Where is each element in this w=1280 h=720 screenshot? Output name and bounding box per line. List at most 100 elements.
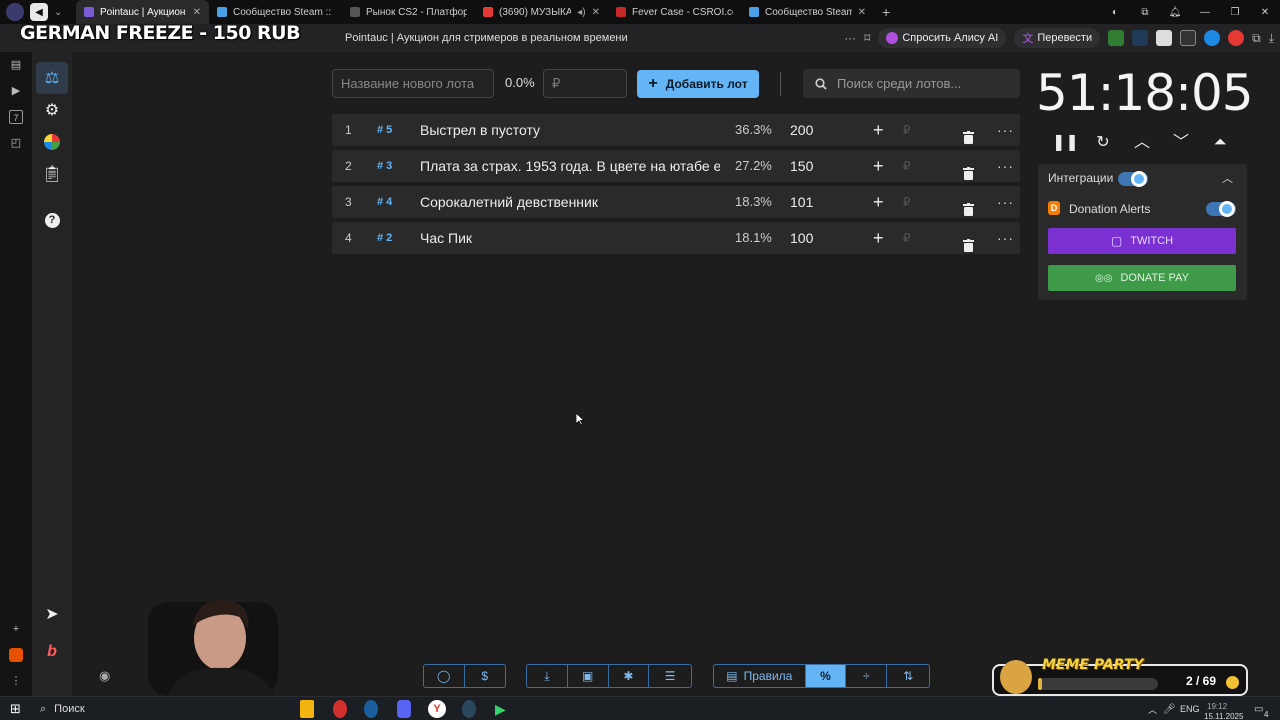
bug-icon[interactable]: ✱: [609, 665, 650, 687]
split-icon[interactable]: ÷: [846, 665, 888, 687]
lot-menu-button[interactable]: ···: [997, 150, 1014, 182]
page-title[interactable]: Pointauc | Аукцион для стримеров в реаль…: [345, 32, 628, 44]
sidebar-notes-icon[interactable]: ▤: [9, 58, 23, 72]
lot-menu-button[interactable]: ···: [997, 114, 1014, 146]
lot-id[interactable]: # 4: [377, 186, 392, 218]
expand-icon[interactable]: ⏶: [1208, 131, 1232, 155]
extension-record-icon[interactable]: [1228, 30, 1245, 46]
bookmark-icon[interactable]: ⌑: [864, 31, 870, 45]
close-tab-icon[interactable]: ✕: [858, 7, 866, 18]
app-red-icon[interactable]: [333, 700, 347, 718]
lot-row[interactable]: 3 # 4 Сорокалетний девственник 18.3% 101…: [332, 186, 1020, 218]
new-tab-button[interactable]: +: [874, 4, 898, 20]
donate-pay-button[interactable]: ◎◎ DONATE PAY: [1048, 265, 1236, 291]
maximize-icon[interactable]: ❐: [1220, 7, 1250, 18]
notifications-icon[interactable]: 🔔︎: [1160, 7, 1190, 18]
lot-menu-button[interactable]: ···: [997, 186, 1014, 218]
downloads-icon[interactable]: ◐: [1100, 7, 1130, 18]
lot-id[interactable]: # 3: [377, 150, 392, 182]
github-icon[interactable]: ◯: [424, 665, 465, 687]
sidebar-apps-grid-icon[interactable]: ⋮: [9, 674, 23, 688]
media-player-icon[interactable]: ▶: [495, 700, 509, 718]
collections-icon[interactable]: ⧉: [1130, 7, 1160, 18]
ask-alice-button[interactable]: Спросить Алису AI: [878, 28, 1007, 48]
lot-row[interactable]: 1 # 5 Выстрел в пустоту 36.3% 200 + ₽ ··…: [332, 114, 1020, 146]
boosty-icon[interactable]: b: [36, 636, 68, 668]
add-amount-button[interactable]: +: [873, 150, 884, 182]
sidebar-play-icon[interactable]: ▶: [9, 84, 23, 98]
lot-search-input[interactable]: Поиск среди лотов...: [803, 69, 1020, 98]
new-lot-name-input[interactable]: Название нового лота: [332, 69, 494, 98]
rules-button[interactable]: ▤ Правила: [714, 665, 806, 687]
minimize-icon[interactable]: —: [1190, 7, 1220, 18]
twitch-button[interactable]: ▢ TWITCH: [1048, 228, 1236, 254]
donation-alerts-toggle[interactable]: [1206, 201, 1236, 217]
lot-amount[interactable]: 100: [790, 222, 813, 254]
close-window-icon[interactable]: ✕: [1250, 7, 1280, 18]
lot-row[interactable]: 4 # 2 Час Пик 18.1% 100 + ₽ ···: [332, 222, 1020, 254]
delete-lot-icon[interactable]: [963, 159, 974, 180]
more-icon[interactable]: ···: [844, 31, 856, 45]
percent-mode-button[interactable]: %: [805, 665, 847, 687]
lot-amount[interactable]: 101: [790, 186, 813, 218]
steam-taskbar-icon-2[interactable]: [462, 700, 476, 718]
settings-icon[interactable]: ⚙: [36, 94, 68, 126]
reset-icon[interactable]: ↻: [1091, 131, 1115, 155]
tray-chevron-icon[interactable]: ︿: [1148, 700, 1157, 718]
add-amount-button[interactable]: +: [873, 222, 884, 254]
donate-dollar-icon[interactable]: $: [465, 665, 506, 687]
steam-taskbar-icon[interactable]: [364, 700, 378, 718]
sidebar-app-icon[interactable]: [9, 648, 23, 662]
lot-name[interactable]: Выстрел в пустоту: [420, 114, 720, 146]
delete-lot-icon[interactable]: [963, 123, 974, 144]
tab-fever-case[interactable]: Fever Case - CSROI.com: [608, 0, 741, 24]
history-icon[interactable]: 📋︎: [36, 158, 68, 190]
wheel-icon[interactable]: [36, 126, 68, 158]
sound-icon[interactable]: ◀: [30, 3, 48, 21]
taskbar-search[interactable]: ⌕ Поиск: [40, 700, 85, 718]
lot-id[interactable]: # 2: [377, 222, 392, 254]
extension-ticket-icon[interactable]: [1156, 30, 1173, 46]
tab-pointauc[interactable]: Pointauc | Аукцион для ✕: [76, 0, 209, 24]
tab-steam-community[interactable]: Сообщество Steam :: Mi: [209, 0, 342, 24]
telegram-icon[interactable]: ➤: [36, 598, 68, 630]
extension-twitch-icon[interactable]: [1180, 30, 1197, 46]
delete-lot-icon[interactable]: [963, 231, 974, 252]
audio-icon[interactable]: ◂): [577, 7, 585, 18]
download-icon[interactable]: ⤓: [1269, 31, 1274, 46]
extension-sheets-icon[interactable]: [1108, 30, 1125, 46]
decrease-time-icon[interactable]: ﹀: [1169, 131, 1193, 155]
yandex-browser-icon[interactable]: Y: [428, 700, 446, 718]
extension-sih-icon[interactable]: [1132, 30, 1149, 46]
notifications-icon[interactable]: ▭: [1254, 700, 1263, 718]
add-amount-button[interactable]: +: [873, 186, 884, 218]
pause-icon[interactable]: ❚❚: [1052, 131, 1079, 155]
sidebar-seven-icon[interactable]: 7: [9, 110, 23, 124]
windows-start-icon[interactable]: ⊞: [10, 700, 21, 718]
auction-icon[interactable]: ⚖: [36, 62, 68, 94]
increase-time-icon[interactable]: ︿: [1130, 131, 1154, 155]
explorer-icon[interactable]: [300, 700, 314, 718]
tab-youtube-music[interactable]: (3690) МУЗЫКА БЕ ◂) ✕: [475, 0, 608, 24]
lot-menu-button[interactable]: ···: [997, 222, 1014, 254]
sidebar-add-icon[interactable]: +: [9, 622, 23, 636]
save-icon[interactable]: ▣: [568, 665, 609, 687]
lot-amount[interactable]: 150: [790, 150, 813, 182]
download-lots-icon[interactable]: ⤓: [527, 665, 568, 687]
close-tab-icon[interactable]: ✕: [193, 7, 201, 18]
extension-wave-icon[interactable]: [1204, 30, 1221, 46]
tab-cs2-market[interactable]: Рынок CS2 - Платформа: [342, 0, 475, 24]
language-indicator[interactable]: ENG: [1180, 700, 1200, 718]
translate-button[interactable]: 文 Перевести: [1014, 28, 1101, 48]
collapse-icon[interactable]: ︿: [1222, 170, 1233, 186]
lot-row[interactable]: 2 # 3 Плата за страх. 1953 года. В цвете…: [332, 150, 1020, 182]
extensions-icon[interactable]: ⧉: [1252, 31, 1261, 46]
sort-icon[interactable]: ⇅: [887, 665, 929, 687]
lot-id[interactable]: # 5: [377, 114, 392, 146]
add-amount-button[interactable]: +: [873, 114, 884, 146]
discord-icon[interactable]: [397, 700, 411, 718]
microphone-icon[interactable]: 🎤︎: [1163, 700, 1176, 718]
close-tab-icon[interactable]: ✕: [592, 7, 600, 18]
profile-icon[interactable]: [6, 3, 24, 21]
lot-name[interactable]: Плата за страх. 1953 года. В цвете на ют…: [420, 150, 720, 182]
